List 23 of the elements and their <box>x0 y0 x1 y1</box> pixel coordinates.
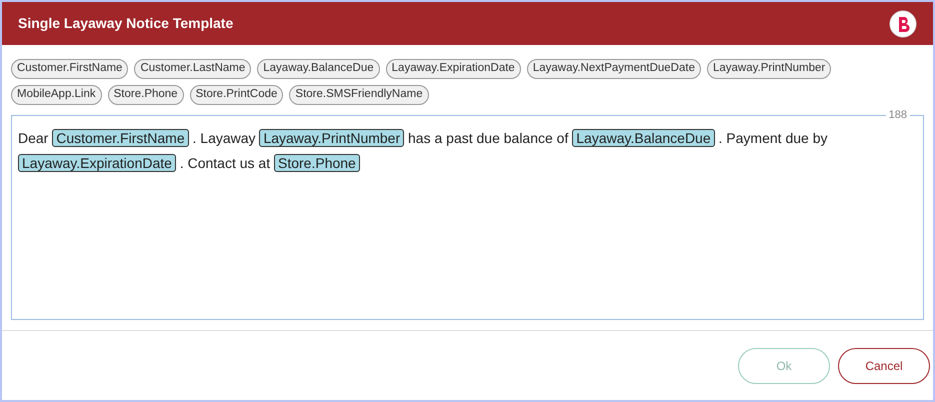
field-token[interactable]: Store.Phone <box>274 154 360 172</box>
field-chip[interactable]: MobileApp.Link <box>11 85 102 105</box>
field-chip[interactable]: Store.Phone <box>108 85 184 105</box>
field-chip[interactable]: Layaway.NextPaymentDueDate <box>526 59 701 79</box>
message-text: has a past due balance of <box>408 130 568 146</box>
field-token[interactable]: Layaway.PrintNumber <box>259 129 404 147</box>
field-token[interactable]: Layaway.BalanceDue <box>572 129 715 147</box>
field-chip[interactable]: Store.SMSFriendlyName <box>289 85 429 105</box>
field-chip[interactable]: Layaway.PrintNumber <box>706 59 832 79</box>
cancel-button[interactable]: Cancel <box>838 348 930 384</box>
message-text: Dear <box>18 130 48 146</box>
message-text: . Contact us at <box>180 155 270 171</box>
field-chip[interactable]: Layaway.BalanceDue <box>257 59 380 79</box>
field-token[interactable]: Customer.FirstName <box>52 129 189 147</box>
window-title: Single Layaway Notice Template <box>18 14 234 33</box>
logo-icon <box>889 10 917 38</box>
field-chip[interactable]: Store.PrintCode <box>190 85 284 105</box>
field-chip[interactable]: Customer.FirstName <box>11 59 128 79</box>
message-text: . Payment due by <box>718 130 828 146</box>
message-text: . Layaway <box>192 130 256 146</box>
field-chip[interactable]: Layaway.ExpirationDate <box>386 59 521 79</box>
field-token[interactable]: Layaway.ExpirationDate <box>18 154 176 172</box>
field-chip[interactable]: Customer.LastName <box>134 59 252 79</box>
